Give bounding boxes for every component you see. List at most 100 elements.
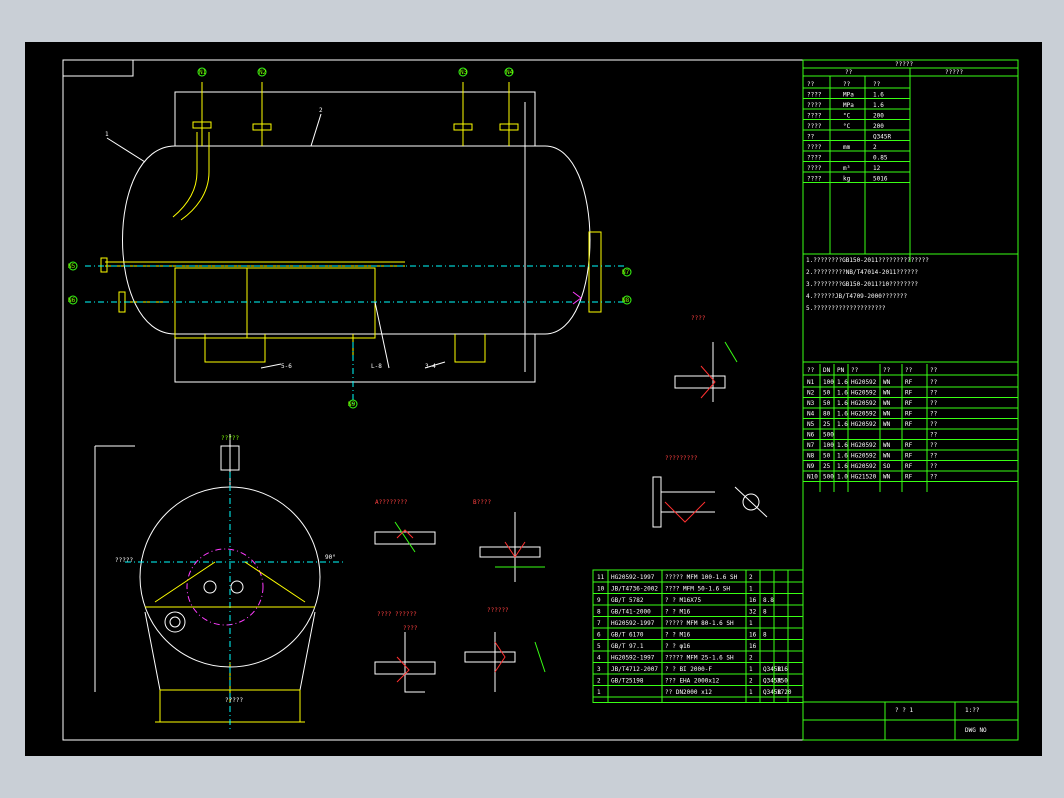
nozzle-cell: RF — [905, 453, 913, 460]
parts-cell: 8 — [597, 609, 601, 616]
detail-c-title: ???? — [403, 625, 418, 632]
cad-viewport: N1 N2 N3 N4 N5 N6 N7 N8 N9 1 2 5-6 L-8 3… — [25, 42, 1042, 756]
title-block-code: DWG NO — [965, 727, 987, 734]
nozzle-cell: 50 — [823, 453, 831, 460]
nozzle-cell: N1 — [807, 379, 815, 386]
nozzle-label-n2: N2 — [259, 69, 267, 76]
nozzle-header-cell: ?? — [883, 367, 891, 374]
nozzle-header-cell: ?? — [851, 367, 859, 374]
nozzle-cell: WN — [883, 421, 891, 428]
detail-f-title: ????????? — [665, 455, 698, 462]
nozzle-cell: HG20592 — [851, 453, 877, 460]
nozzle-cell: RF — [905, 474, 913, 481]
nozzle-label-n1: N1 — [199, 69, 207, 76]
spec-row: ???? kg 5016 — [807, 176, 888, 183]
parts-cell: GB/T 97.1 — [611, 643, 644, 650]
corner-box — [62, 59, 134, 77]
parts-list-row: 1?? DN2000 x12 1 Q345R1720 — [597, 689, 792, 696]
title-block-sub-left: ?? — [845, 69, 853, 76]
detail-b-title: B???? — [473, 499, 491, 506]
spec-row: ???? °C 200 — [807, 123, 884, 130]
nozzle-label-n9: N9 — [348, 401, 356, 408]
nozzle-cell: RF — [905, 400, 913, 407]
nozzle-cell: N4 — [807, 411, 815, 418]
spec-row: ???? MPa 1.6 — [807, 102, 884, 109]
parts-cell: 5 — [597, 643, 601, 650]
parts-list-row: 6 GB/T 6170 ? ? M16 16 8 — [597, 632, 767, 639]
nozzle-table-row: N2 50 1.6 HG20592 WN RF?? — [807, 390, 938, 397]
technical-notes: 1.????????GB150-2011?????????????? 2.???… — [803, 253, 1018, 363]
right-title-block: ????? ?? ????? ?????????? MPa 1.6???? MPa 1.… — [802, 59, 1019, 741]
nozzle-cell: ?? — [930, 400, 938, 407]
nozzle-header-cell: ?? — [930, 367, 938, 374]
nozzle-cell: RF — [905, 421, 913, 428]
nozzle-cell: 500 — [823, 474, 834, 481]
svg-text:5-6: 5-6 — [281, 363, 292, 370]
nozzle-label-n5: N5 — [68, 263, 76, 270]
spec-cell: kg — [843, 176, 851, 183]
parts-list-row: 8 GB/T41-2000 ? ? M16 32 8 — [597, 609, 767, 616]
spec-cell: 5016 — [873, 176, 888, 183]
spec-cell: 200 — [873, 123, 884, 130]
parts-cell: ?? DN2000 x12 — [665, 689, 712, 696]
detail-d-title: ?????? — [487, 607, 509, 614]
parts-cell: GB/T41-2000 — [611, 609, 651, 616]
nozzle-table-row: N3 50 1.6 HG20592 WN RF?? — [807, 400, 938, 407]
vessel-elevation: N1 N2 N3 N4 N5 N6 N7 N8 N9 1 2 5-6 L-8 3… — [68, 67, 632, 409]
end-view-dim-left: ????? — [115, 557, 133, 564]
nozzle-cell: RF — [905, 463, 913, 470]
parts-cell: 16 — [749, 632, 757, 639]
nozzle-cell: 1.6 — [837, 421, 848, 428]
nozzle-cell: HG21520 — [851, 474, 877, 481]
svg-text:2: 2 — [319, 107, 323, 114]
nozzle-cell: ?? — [930, 442, 938, 449]
detail-e-title: ???? — [691, 315, 706, 322]
spec-cell: ???? — [807, 123, 822, 130]
vessel-end-view: ????? ????? 90° ????? — [94, 434, 345, 732]
nozzle-cell: HG20592 — [851, 390, 877, 397]
parts-cell: 116 — [777, 666, 788, 673]
spec-cell: MPa — [843, 92, 854, 99]
parts-list-row: 5 GB/T 97.1 ? ? φ16 16 — [597, 643, 757, 650]
nozzle-cell: RF — [905, 379, 913, 386]
nozzle-cell: 80 — [823, 411, 831, 418]
parts-cell: 1 — [749, 586, 753, 593]
spec-cell: ?? — [807, 81, 815, 88]
nozzle-cell: ?? — [930, 379, 938, 386]
spec-cell: 1.6 — [873, 102, 884, 109]
spec-cell: mm — [843, 144, 851, 151]
parts-cell: ? ? M16 — [665, 632, 691, 639]
nozzle-cell: WN — [883, 390, 891, 397]
spec-row: ???? 0.85 — [807, 155, 888, 162]
parts-cell: ? ? M16X75 — [665, 597, 702, 604]
title-block-header: ????? — [895, 61, 913, 68]
parts-cell: 16 — [749, 597, 757, 604]
nozzle-cell: WN — [883, 474, 891, 481]
nozzle-cell: WN — [883, 442, 891, 449]
spec-cell: 12 — [873, 165, 881, 172]
parts-cell: JB/T4736-2002 — [611, 586, 658, 593]
end-view-elev-label: ????? — [221, 435, 239, 442]
nozzle-cell: HG20592 — [851, 400, 877, 407]
nozzle-label-n3: N3 — [460, 69, 468, 76]
parts-list: 11 HG20592-1997????? MFM 100-1.6 SH 210 JB/… — [592, 569, 804, 703]
nozzle-cell: 50 — [823, 400, 831, 407]
parts-cell: HG20592-1997 — [611, 574, 655, 581]
nozzle-table-header: ?? DN PN???????? — [807, 367, 938, 374]
parts-cell: 2 — [749, 574, 753, 581]
parts-cell: ? ? φ16 — [665, 643, 691, 650]
spec-cell: 2 — [873, 144, 877, 151]
nozzle-table-row: N10 500 1.0 HG21520 WN RF?? — [807, 474, 938, 481]
nozzle-table-row: N9 25 1.6 HG20592 SO RF?? — [807, 463, 938, 470]
parts-cell: ??? EHA 2000x12 — [665, 678, 720, 685]
parts-cell: 9 — [597, 597, 601, 604]
nozzle-cell: 1.6 — [837, 400, 848, 407]
nozzle-cell: 1.6 — [837, 442, 848, 449]
spec-cell: 200 — [873, 113, 884, 120]
spec-row: ?????? — [807, 81, 881, 88]
parts-cell: ????? MFM 25-1.6 SH — [665, 655, 734, 662]
nozzle-cell: 1.6 — [837, 453, 848, 460]
nozzle-cell: N6 — [807, 432, 815, 439]
parts-cell: 1 — [749, 666, 753, 673]
nozzle-table-row: N4 80 1.6 HG20592 WN RF?? — [807, 411, 938, 418]
